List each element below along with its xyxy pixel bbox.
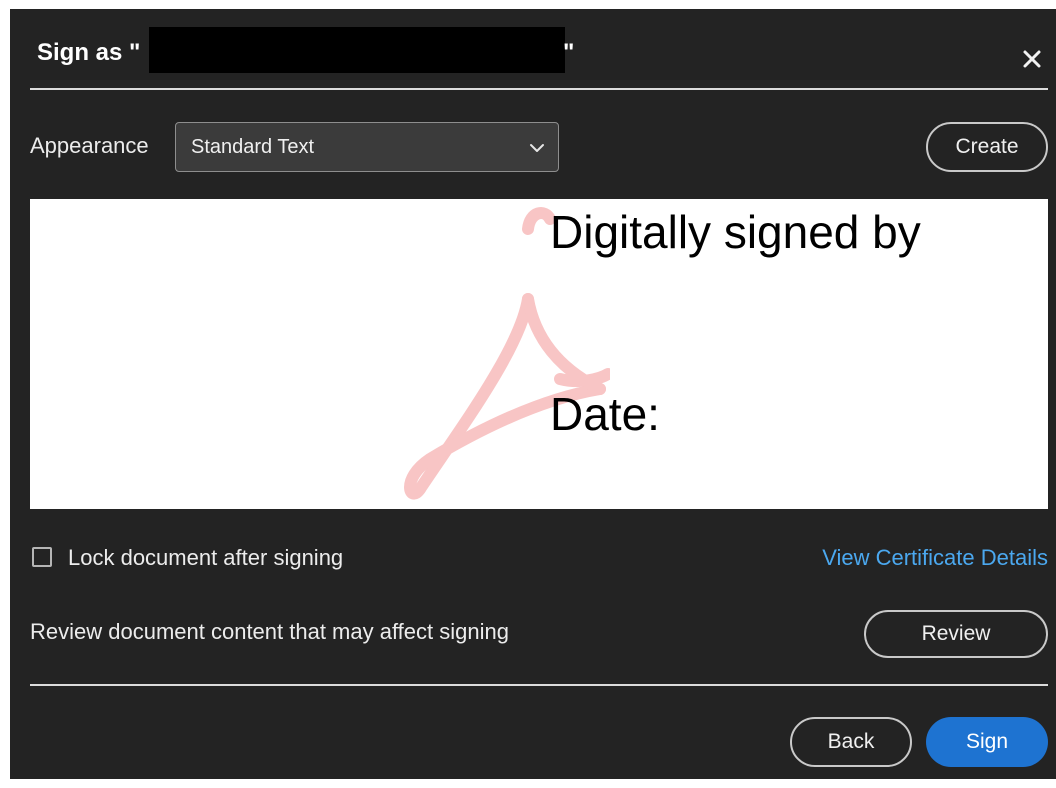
view-certificate-details-link[interactable]: View Certificate Details: [822, 545, 1048, 571]
review-button[interactable]: Review: [864, 610, 1048, 658]
sign-dialog: Sign as " " Appearance Standard Text Cre…: [10, 9, 1056, 779]
header-divider: [30, 88, 1048, 90]
appearance-label: Appearance: [30, 133, 149, 158]
create-button[interactable]: Create: [926, 122, 1048, 172]
sign-button[interactable]: Sign: [926, 717, 1048, 767]
redacted-signer-name: [149, 27, 565, 73]
signature-line-digitally-signed: Digitally signed by: [550, 206, 921, 258]
close-icon: [1023, 50, 1041, 68]
lock-document-checkbox[interactable]: [32, 547, 52, 567]
footer-divider: [30, 684, 1048, 686]
review-description: Review document content that may affect …: [30, 619, 509, 644]
signature-line-date: Date:: [550, 388, 660, 440]
chevron-down-icon: [530, 144, 544, 152]
back-button[interactable]: Back: [790, 717, 912, 767]
appearance-selected-value: Standard Text: [191, 136, 315, 158]
signature-preview: Digitally signed by Date:: [30, 199, 1048, 509]
close-button[interactable]: [1018, 45, 1048, 75]
dialog-title-prefix: Sign as ": [37, 39, 141, 66]
lock-document-label: Lock document after signing: [68, 545, 344, 570]
appearance-dropdown[interactable]: Standard Text: [175, 122, 559, 172]
dialog-title-suffix: ": [563, 39, 575, 66]
dialog-header: Sign as " ": [10, 9, 1056, 89]
